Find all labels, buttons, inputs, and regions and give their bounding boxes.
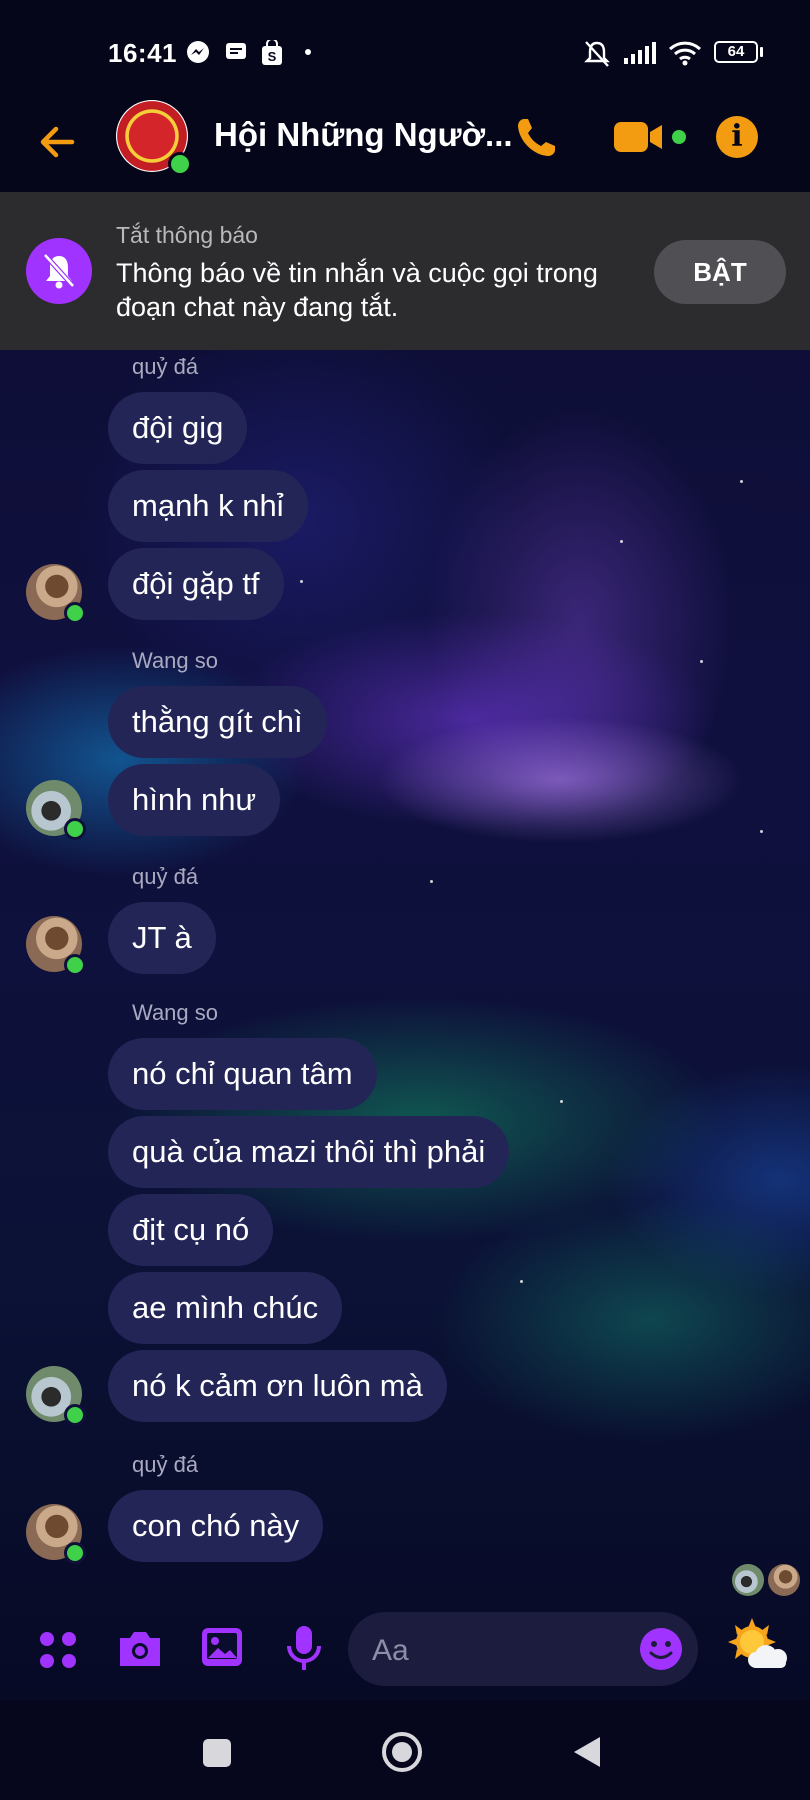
battery-tip bbox=[760, 47, 763, 57]
shopping-bag-icon: S bbox=[262, 40, 282, 65]
sender-name: Wang so bbox=[132, 1000, 219, 1025]
message-input-placeholder: Aa bbox=[372, 1634, 409, 1667]
status-time: 16:41 bbox=[108, 38, 177, 68]
banner-text: Thông báo về tin nhắn và cuộc gọi trong … bbox=[116, 258, 598, 322]
mute-icon bbox=[584, 41, 610, 67]
sender-name: Wang so bbox=[132, 648, 219, 673]
message-bubble[interactable]: quà của mazi thôi thì phải bbox=[108, 1116, 510, 1188]
emoji-icon[interactable] bbox=[640, 1628, 682, 1670]
seen-avatar[interactable] bbox=[768, 1564, 800, 1596]
wifi-icon bbox=[668, 41, 702, 66]
message-bubble[interactable]: thằng gít chì bbox=[108, 686, 327, 758]
system-nav-bar bbox=[0, 1700, 810, 1800]
conversation-title[interactable]: Hội Những Ngườ... bbox=[214, 116, 513, 154]
status-bar: 16:41 S 64 bbox=[0, 0, 810, 100]
mute-banner: Tắt thông báo Thông báo về tin nhắn và c… bbox=[0, 192, 810, 350]
message-bubble[interactable]: JT à bbox=[108, 902, 216, 974]
dot-icon bbox=[305, 49, 311, 55]
camera-icon[interactable] bbox=[116, 1628, 164, 1670]
info-icon[interactable]: i bbox=[716, 116, 758, 158]
online-indicator bbox=[64, 1542, 86, 1564]
online-indicator bbox=[64, 818, 86, 840]
online-indicator bbox=[168, 152, 192, 176]
messenger-icon bbox=[187, 41, 209, 63]
microphone-icon[interactable] bbox=[284, 1624, 324, 1672]
battery-icon: 64 bbox=[714, 41, 758, 63]
back-icon[interactable] bbox=[570, 1734, 604, 1770]
sun-cloud-icon[interactable] bbox=[722, 1616, 792, 1676]
message-bubble[interactable]: mạnh k nhỉ bbox=[108, 470, 308, 542]
sender-name: quỷ đá bbox=[132, 1452, 199, 1477]
arrow-left-icon[interactable] bbox=[34, 118, 82, 166]
banner-title: Tắt thông báo bbox=[116, 222, 258, 248]
message-bubble[interactable]: ae mình chúc bbox=[108, 1272, 343, 1344]
message-icon bbox=[226, 43, 246, 59]
phone-icon[interactable] bbox=[512, 114, 560, 162]
sender-name: quỷ đá bbox=[132, 864, 199, 889]
signal-icon bbox=[624, 42, 656, 64]
muted-bell-icon bbox=[26, 238, 92, 304]
online-indicator bbox=[64, 1404, 86, 1426]
message-bubble[interactable]: nó chỉ quan tâm bbox=[108, 1038, 377, 1110]
sender-name: quỷ đá bbox=[132, 354, 199, 379]
apps-icon[interactable] bbox=[38, 1630, 78, 1670]
message-bubble[interactable]: đội gặp tf bbox=[108, 548, 284, 620]
battery-level: 64 bbox=[727, 43, 745, 60]
video-icon[interactable] bbox=[612, 118, 666, 156]
message-bubble[interactable]: con chó này bbox=[108, 1490, 324, 1562]
message-bubble[interactable]: hình như bbox=[108, 764, 281, 836]
home-icon[interactable] bbox=[380, 1730, 424, 1774]
online-indicator bbox=[64, 602, 86, 624]
chat-header: Hội Những Ngườ... i bbox=[0, 100, 810, 192]
seen-avatar[interactable] bbox=[732, 1564, 764, 1596]
online-indicator bbox=[64, 954, 86, 976]
video-active-dot bbox=[672, 130, 686, 144]
message-bubble[interactable]: nó k cảm ơn luôn mà bbox=[108, 1350, 447, 1422]
message-bubble[interactable]: địt cụ nó bbox=[108, 1194, 274, 1266]
unmute-button[interactable]: BẬT bbox=[654, 240, 786, 304]
svg-text:S: S bbox=[268, 49, 277, 64]
message-composer: Aa bbox=[0, 1600, 810, 1700]
recents-icon[interactable] bbox=[202, 1738, 232, 1768]
message-bubble[interactable]: đội gig bbox=[108, 392, 248, 464]
gallery-icon[interactable] bbox=[200, 1626, 244, 1668]
